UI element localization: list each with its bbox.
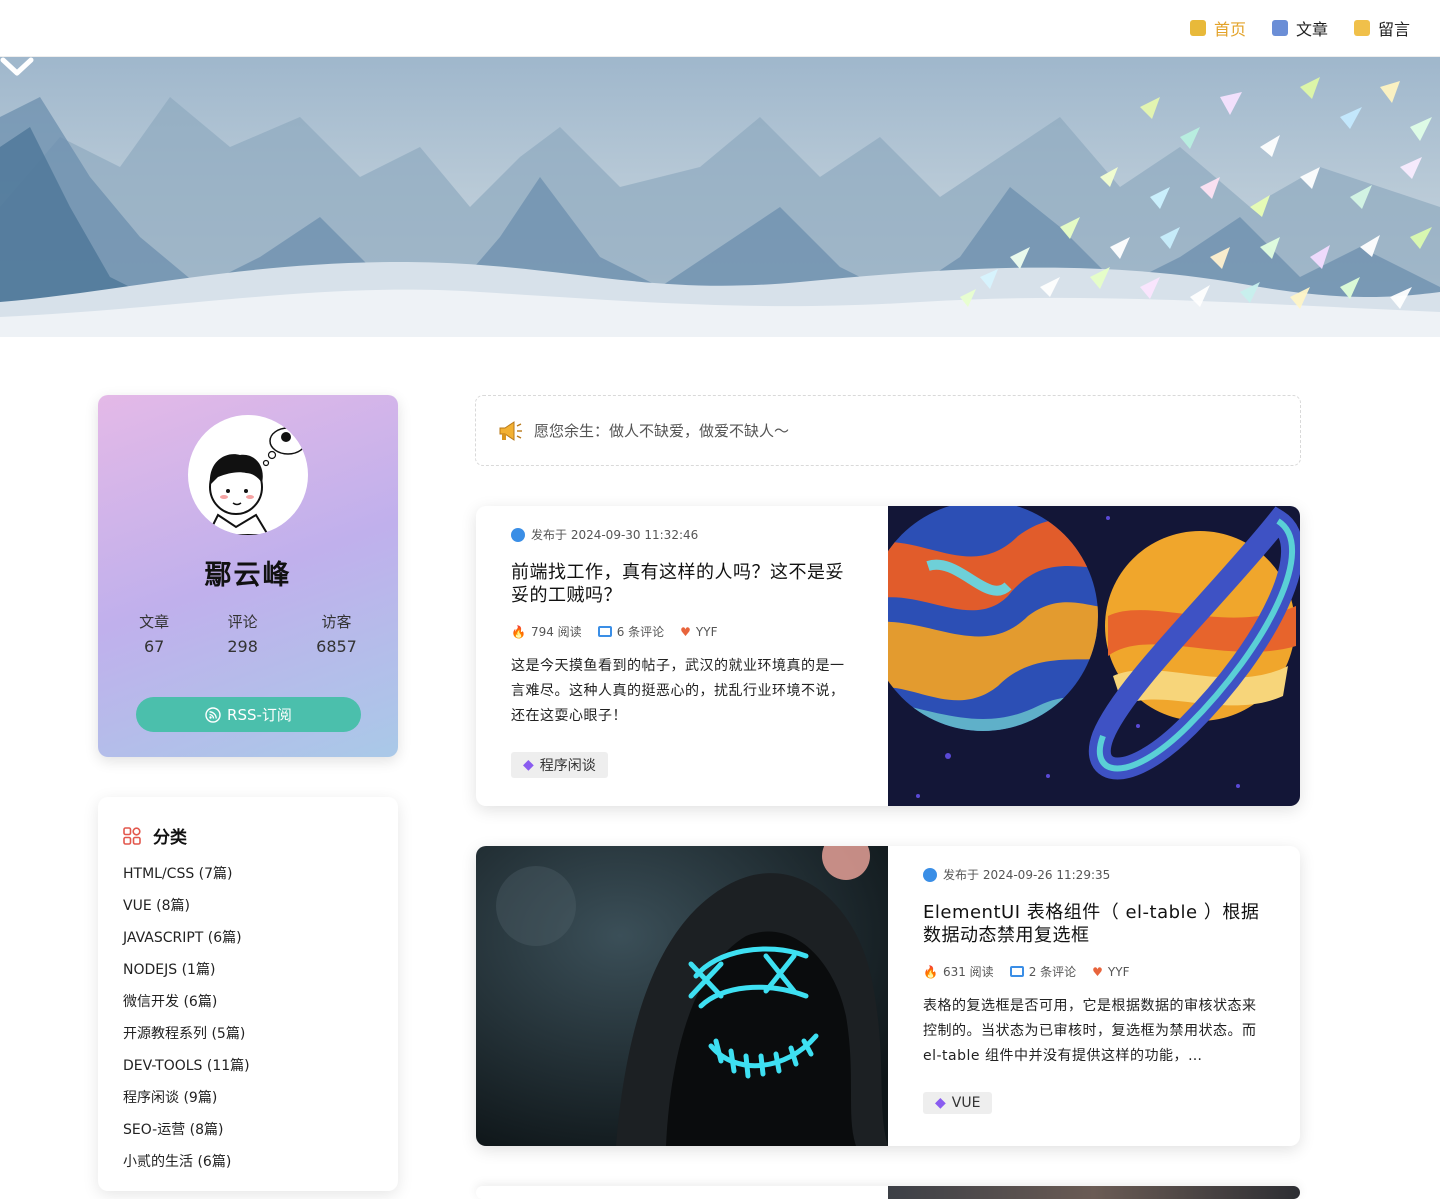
profile-name: 鄢云峰 bbox=[204, 560, 292, 591]
categories-list: HTML/CSS (7篇) VUE (8篇) JAVASCRIPT (6篇) N… bbox=[123, 863, 250, 1183]
post-content: 发布于 2024-09-30 11:32:46 前端找工作，真有这样的人吗？这不… bbox=[476, 506, 888, 806]
post-excerpt: 这是今天摸鱼看到的帖子，武汉的就业环境真的是一言难尽。这种人真的挺恶心的，扰乱行… bbox=[511, 658, 845, 724]
post-reads: 🔥 631 阅读 bbox=[923, 963, 994, 980]
nav-item-messages[interactable]: 留言 bbox=[1353, 16, 1410, 40]
post-title[interactable]: 前端找工作，真有这样的人吗？这不是妥妥的工贼吗？ bbox=[511, 561, 853, 609]
tag-icon: ◆ bbox=[935, 1095, 946, 1111]
stat-visitors: 访客 6857 bbox=[316, 611, 357, 656]
post-cover-image[interactable] bbox=[888, 506, 1300, 806]
stat-comments: 评论 298 bbox=[227, 611, 258, 656]
article-icon bbox=[1271, 20, 1288, 36]
category-item[interactable]: NODEJS (1篇) bbox=[123, 959, 250, 991]
stat-value: 6857 bbox=[316, 637, 357, 656]
fire-icon: 🔥 bbox=[511, 624, 526, 639]
profile-card: 鄢云峰 文章 67 评论 298 访客 6857 RSS-订阅 bbox=[98, 395, 398, 757]
stat-label: 访客 bbox=[321, 613, 352, 631]
hero-banner bbox=[0, 57, 1440, 357]
post-tag-label: VUE bbox=[951, 1095, 981, 1111]
category-item[interactable]: 小贰的生活 (6篇) bbox=[123, 1151, 250, 1183]
category-item[interactable]: 程序闲谈 (9篇) bbox=[123, 1087, 250, 1119]
stat-value: 67 bbox=[143, 637, 165, 656]
scroll-down-chevron-icon[interactable] bbox=[0, 57, 34, 77]
heart-icon: ♥ bbox=[1092, 964, 1103, 979]
post-comments: 6 条评论 bbox=[597, 623, 665, 640]
category-item[interactable]: VUE (8篇) bbox=[123, 895, 250, 927]
post-comments-text: 6 条评论 bbox=[616, 625, 665, 639]
category-item[interactable]: 微信开发 (6篇) bbox=[123, 991, 250, 1023]
post-date-text: 发布于 2024-09-30 11:32:46 bbox=[531, 528, 699, 542]
post-content: 发布于 2024-09-26 11:29:35 ElementUI 表格组件（ … bbox=[888, 846, 1300, 1146]
post-comments: 2 条评论 bbox=[1009, 963, 1077, 980]
nav-menu: 首页 文章 留言 bbox=[1189, 16, 1410, 40]
profile-stats: 文章 67 评论 298 访客 6857 bbox=[98, 611, 398, 656]
post-card bbox=[476, 1186, 1300, 1199]
stat-label: 评论 bbox=[227, 613, 258, 631]
post-card: 发布于 2024-09-26 11:29:35 ElementUI 表格组件（ … bbox=[476, 846, 1300, 1146]
stat-label: 文章 bbox=[139, 613, 170, 631]
category-item[interactable]: DEV-TOOLS (11篇) bbox=[123, 1055, 250, 1087]
nav-item-label: 文章 bbox=[1295, 20, 1328, 39]
rss-button-label: RSS-订阅 bbox=[227, 706, 292, 724]
post-meta: 🔥 631 阅读 2 条评论 ♥ YYF bbox=[923, 963, 1265, 980]
nav-item-articles[interactable]: 文章 bbox=[1271, 16, 1328, 40]
post-tag[interactable]: ◆ VUE bbox=[923, 1092, 993, 1114]
post-comments-text: 2 条评论 bbox=[1028, 965, 1077, 979]
hero-landscape bbox=[0, 77, 1440, 357]
post-title[interactable]: ElementUI 表格组件（ el-table ）根据数据动态禁用复选框 bbox=[923, 901, 1265, 949]
post-author: ♥ YYF bbox=[680, 625, 717, 639]
post-tag[interactable]: ◆ 程序闲谈 bbox=[511, 752, 608, 778]
post-tag-label: 程序闲谈 bbox=[539, 758, 596, 774]
category-grid-icon bbox=[123, 826, 141, 845]
stat-value: 298 bbox=[227, 637, 258, 656]
post-reads: 🔥 794 阅读 bbox=[511, 623, 582, 640]
rss-subscribe-button[interactable]: RSS-订阅 bbox=[136, 697, 361, 732]
message-icon bbox=[1353, 20, 1370, 36]
post-excerpt: 表格的复选框是否可用，它是根据数据的审核状态来控制的。当状态为已审核时，复选框为… bbox=[923, 998, 1257, 1064]
nav-item-label: 留言 bbox=[1377, 20, 1410, 39]
category-item[interactable]: SEO-运营 (8篇) bbox=[123, 1119, 250, 1151]
calendar-icon bbox=[511, 527, 525, 542]
avatar-illustration bbox=[206, 427, 307, 535]
category-item[interactable]: JAVASCRIPT (6篇) bbox=[123, 927, 250, 959]
post-card: 发布于 2024-09-30 11:32:46 前端找工作，真有这样的人吗？这不… bbox=[476, 506, 1300, 806]
post-author-text: YYF bbox=[695, 624, 718, 639]
calendar-icon bbox=[923, 867, 937, 882]
post-author: ♥ YYF bbox=[1092, 965, 1129, 979]
planets-illustration bbox=[888, 506, 1300, 806]
post-date: 发布于 2024-09-26 11:29:35 bbox=[923, 866, 1265, 883]
post-cover-image[interactable] bbox=[888, 1186, 1300, 1199]
top-nav: 首页 文章 留言 bbox=[0, 0, 1440, 57]
notice-bar: 愿您余生：做人不缺爱，做爱不缺人～ bbox=[475, 395, 1301, 466]
nav-item-label: 首页 bbox=[1213, 20, 1246, 39]
categories-title: 分类 bbox=[153, 828, 187, 848]
rss-icon bbox=[205, 706, 221, 723]
post-author-text: YYF bbox=[1107, 964, 1130, 979]
categories-header: 分类 bbox=[123, 823, 187, 848]
post-reads-text: 631 阅读 bbox=[942, 965, 994, 979]
heart-icon: ♥ bbox=[680, 624, 691, 639]
category-item[interactable]: HTML/CSS (7篇) bbox=[123, 863, 250, 895]
megaphone-icon bbox=[499, 420, 522, 441]
stat-articles: 文章 67 bbox=[139, 611, 169, 656]
post-meta: 🔥 794 阅读 6 条评论 ♥ YYF bbox=[511, 623, 853, 640]
tag-icon: ◆ bbox=[523, 757, 534, 773]
comment-icon bbox=[1009, 966, 1024, 977]
post-date: 发布于 2024-09-30 11:32:46 bbox=[511, 526, 853, 543]
categories-card: 分类 HTML/CSS (7篇) VUE (8篇) JAVASCRIPT (6篇… bbox=[98, 797, 398, 1191]
neon-mask-photo bbox=[476, 846, 888, 1146]
category-item[interactable]: 开源教程系列 (5篇) bbox=[123, 1023, 250, 1055]
post-date-text: 发布于 2024-09-26 11:29:35 bbox=[943, 868, 1111, 882]
comment-icon bbox=[597, 626, 612, 637]
post-reads-text: 794 阅读 bbox=[530, 625, 582, 639]
nav-item-home[interactable]: 首页 bbox=[1189, 16, 1246, 40]
home-icon bbox=[1189, 20, 1206, 36]
fire-icon: 🔥 bbox=[923, 964, 938, 979]
notice-text: 愿您余生：做人不缺爱，做爱不缺人～ bbox=[534, 422, 790, 440]
avatar[interactable] bbox=[188, 415, 308, 535]
post-cover-image[interactable] bbox=[476, 846, 888, 1146]
